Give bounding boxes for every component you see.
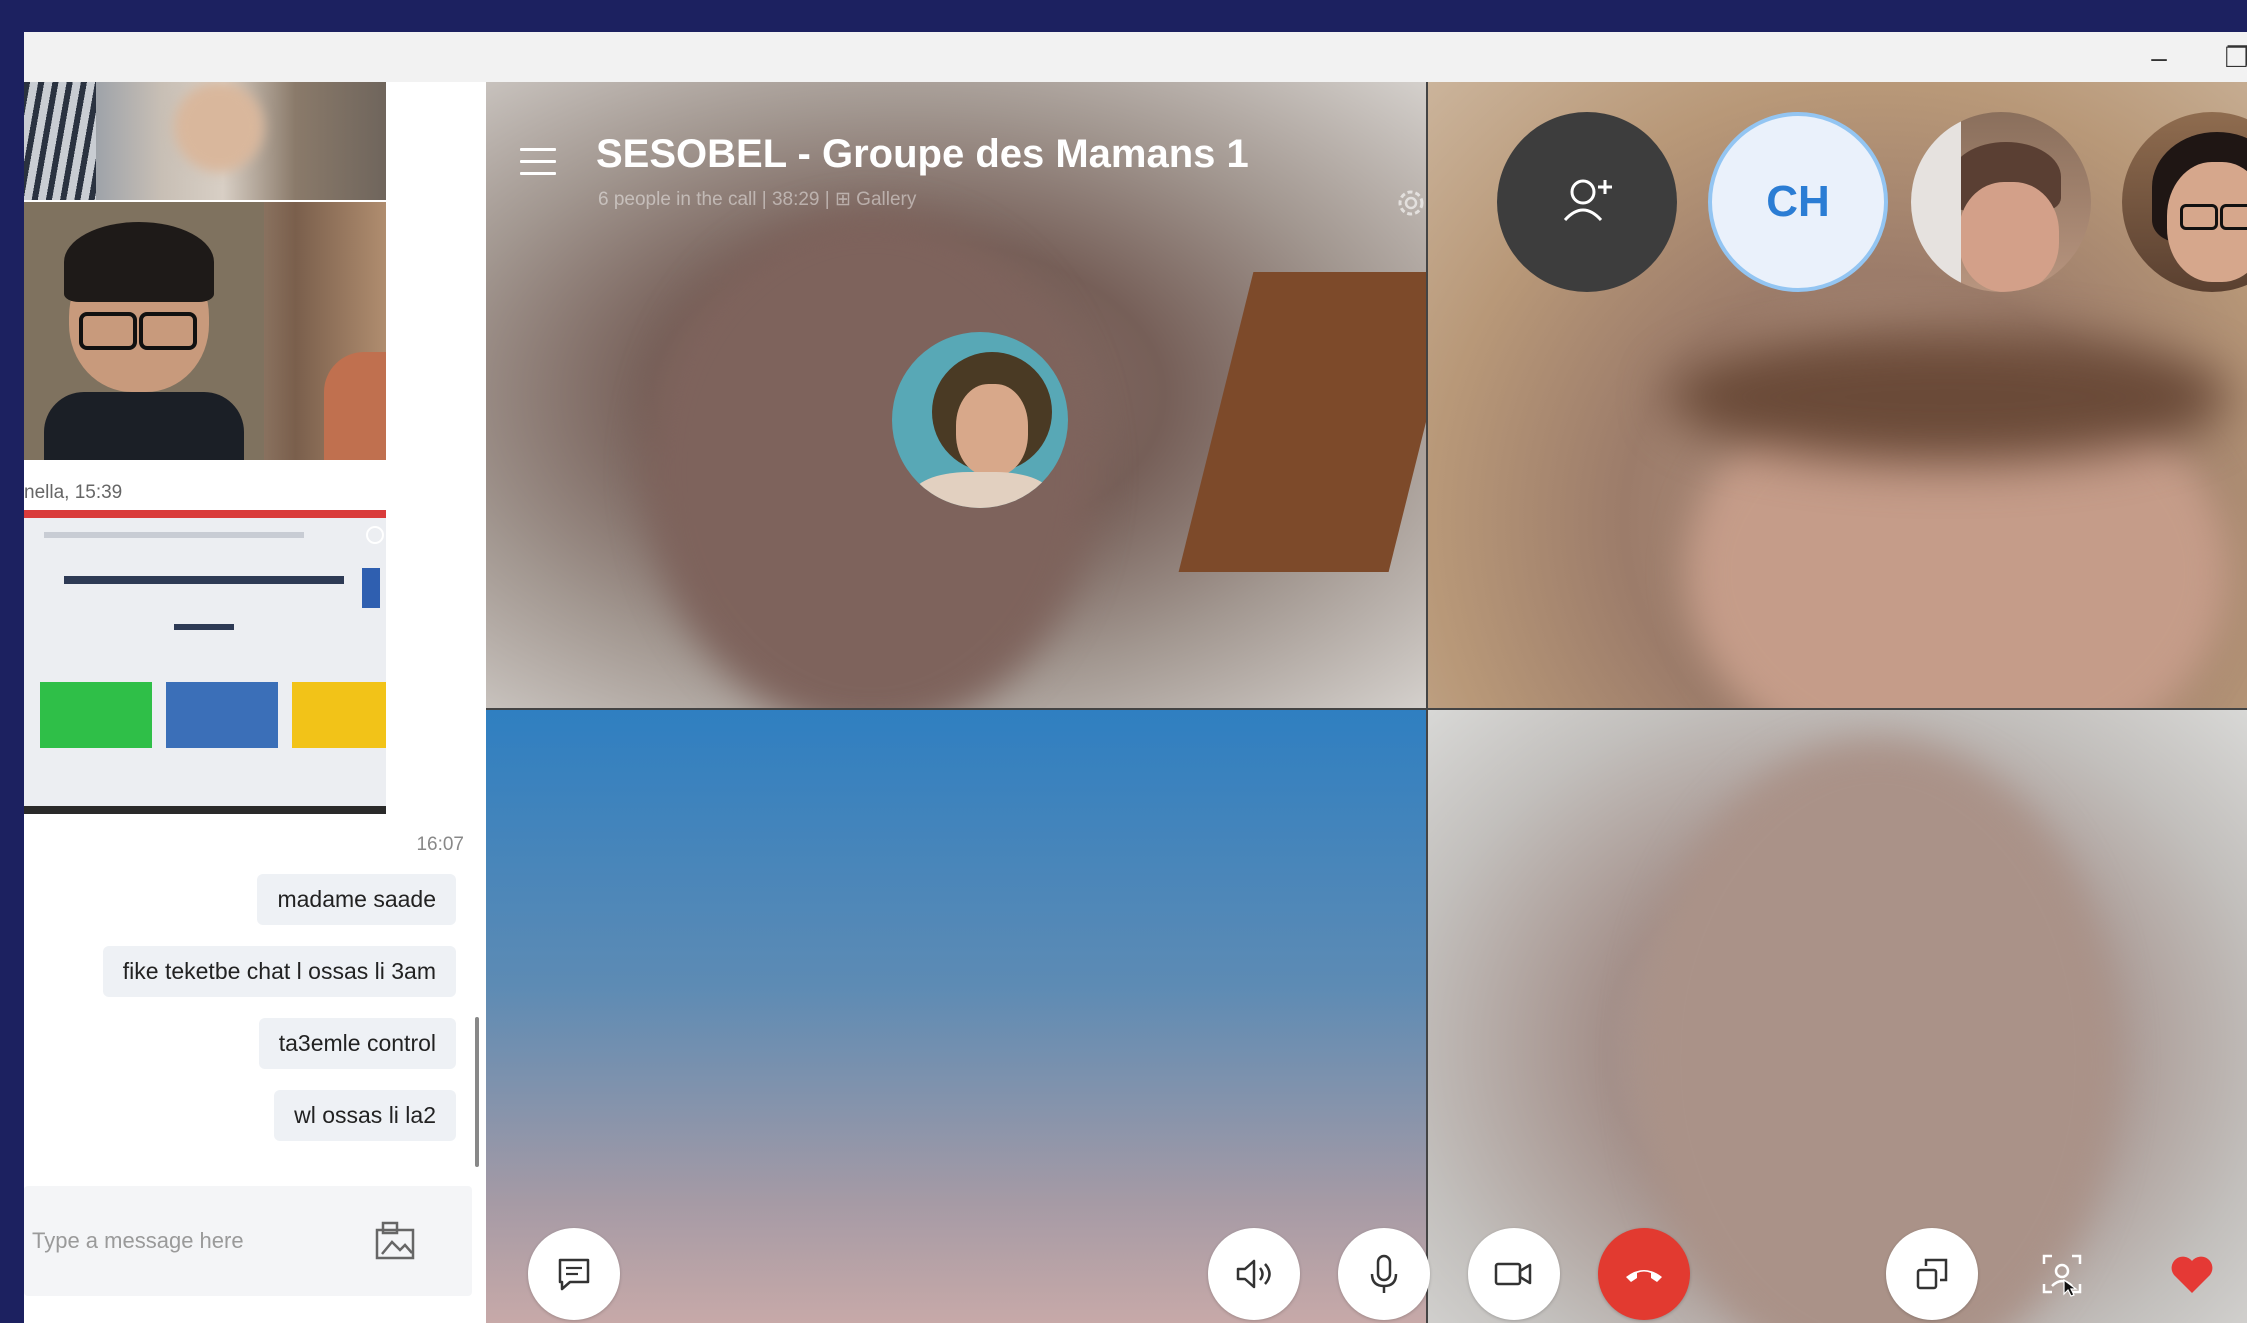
message-composer	[24, 1186, 472, 1296]
message-input[interactable]	[30, 1218, 334, 1264]
menu-icon[interactable]	[520, 148, 556, 178]
heart-icon	[2171, 1256, 2213, 1293]
video-tile-participant-3[interactable]	[486, 710, 1426, 1323]
settings-gear-icon[interactable]	[1394, 186, 1428, 220]
attach-image-icon[interactable]	[374, 1220, 420, 1262]
call-stage: SESOBEL - Groupe des Mamans 1 6 people i…	[486, 82, 2247, 1323]
chat-message: wl ossas li la2	[274, 1090, 456, 1141]
shared-photo-top[interactable]	[24, 82, 386, 200]
add-participant-button[interactable]	[1497, 112, 1677, 292]
microphone-button[interactable]	[1338, 1228, 1430, 1320]
microphone-icon	[1370, 1254, 1398, 1293]
video-camera-icon	[1494, 1262, 1532, 1286]
snapshot-button[interactable]	[2016, 1228, 2108, 1320]
switch-window-icon	[1916, 1258, 1948, 1290]
hang-up-icon	[1626, 1270, 1662, 1282]
skype-window: – ❐ nella, 15:39 16:07 madame saade fike…	[24, 32, 2247, 1323]
restore-button[interactable]: ❐	[2222, 38, 2247, 78]
open-chat-button[interactable]	[528, 1228, 620, 1320]
video-tile-participant-4[interactable]	[1428, 710, 2247, 1323]
chat-message: madame saade	[257, 874, 456, 925]
end-call-button[interactable]	[1598, 1228, 1690, 1320]
chat-message: fike teketbe chat l ossas li 3am	[102, 946, 456, 997]
call-title: SESOBEL - Groupe des Mamans 1	[596, 132, 1249, 176]
add-person-icon	[1563, 179, 1612, 222]
image-sender-label: nella, 15:39	[24, 482, 123, 503]
video-camera-button[interactable]	[1468, 1228, 1560, 1320]
switch-layout-button[interactable]	[1886, 1228, 1978, 1320]
reactions-button[interactable]	[2146, 1228, 2238, 1320]
chat-panel: nella, 15:39 16:07 madame saade fike tek…	[24, 82, 486, 1323]
title-bar: – ❐	[24, 32, 2247, 82]
minimize-button[interactable]: –	[2134, 38, 2184, 78]
expand-image-icon[interactable]	[366, 526, 384, 544]
speaker-icon	[1236, 1259, 1271, 1289]
call-subtitle: 6 people in the call | 38:29 | ⊞ Gallery	[598, 189, 917, 210]
chat-message: ta3emle control	[258, 1018, 456, 1069]
participant-profile-avatar[interactable]	[892, 332, 1068, 508]
message-timestamp: 16:07	[416, 834, 464, 855]
shared-photo-selfie[interactable]	[24, 202, 386, 460]
shared-slide-image[interactable]	[24, 510, 386, 814]
participant-initials-avatar[interactable]: CH	[1708, 112, 1888, 292]
chat-scrollbar[interactable]	[475, 1017, 479, 1167]
snapshot-focus-icon	[2042, 1254, 2082, 1297]
chat-bubble-icon	[558, 1258, 590, 1291]
speaker-button[interactable]	[1208, 1228, 1300, 1320]
participant-avatar-2[interactable]	[1911, 112, 2091, 292]
